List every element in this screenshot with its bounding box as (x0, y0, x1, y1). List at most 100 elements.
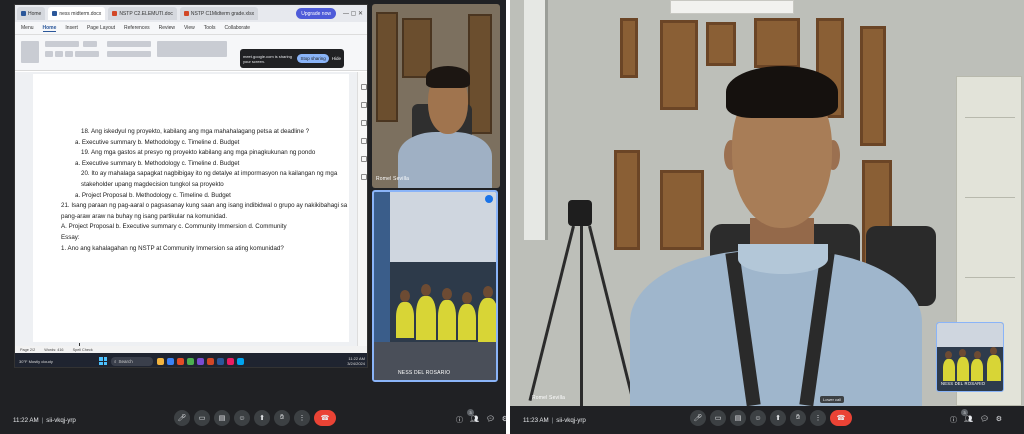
word-icon[interactable] (217, 357, 224, 365)
student-head (421, 284, 431, 296)
font-family-select[interactable] (45, 41, 79, 47)
ribbon-tab-insert[interactable]: Insert (65, 25, 78, 31)
chat-icon[interactable]: 💬︎ (486, 415, 495, 425)
pin-icon[interactable] (485, 195, 493, 203)
file-explorer-icon[interactable] (157, 357, 164, 365)
stop-sharing-button[interactable]: Stop sharing (297, 54, 329, 63)
sharing-message: meet.google.com is sharing your screen. (243, 53, 292, 64)
raise-hand-icon[interactable]: ✋︎ (274, 410, 290, 426)
app-icon[interactable] (177, 357, 184, 365)
tool-icon[interactable] (360, 120, 367, 126)
wps-icon[interactable] (207, 357, 214, 365)
raise-hand-icon[interactable]: ✋︎ (790, 410, 806, 426)
tab-document[interactable]: ness midterm.docx (48, 7, 106, 20)
participant-tile-ness[interactable]: NESS DEL ROSARIO (372, 190, 498, 382)
doc-line: 20. Ito ay mahalaga sapagkat nagbibigay … (81, 170, 338, 178)
leave-call-button[interactable]: ☎ (314, 410, 336, 426)
app-icon[interactable] (237, 357, 244, 365)
people-icon[interactable]: 👥︎ (964, 415, 973, 425)
spell-check-status[interactable]: Spell Check (73, 348, 93, 352)
people-icon[interactable]: 👥︎ (470, 415, 479, 425)
chrome-icon[interactable] (187, 357, 194, 365)
tripod-leg (588, 225, 635, 402)
present-icon[interactable]: ⬆ (254, 410, 270, 426)
camera-icon[interactable]: ▭ (710, 410, 726, 426)
taskbar-search[interactable]: ⌕ Search (111, 356, 153, 366)
font-color-icon[interactable] (75, 51, 99, 57)
ribbon-tab-menu[interactable]: Menu (21, 25, 34, 31)
upgrade-button[interactable]: Upgrade now (296, 8, 336, 19)
info-icon[interactable]: ⓘ (950, 415, 957, 425)
chat-icon[interactable]: 💬︎ (980, 415, 989, 425)
participant-tile-romel[interactable]: Romel Sevilla (372, 4, 500, 188)
ribbon-tab-home[interactable]: Home (42, 25, 57, 32)
app-icon[interactable] (197, 357, 204, 365)
paste-icon[interactable] (21, 41, 39, 63)
meeting-time: 11:23 AM (523, 417, 549, 424)
underline-icon[interactable] (65, 51, 73, 57)
tool-icon[interactable] (360, 102, 367, 108)
ribbon-tab-tools[interactable]: Tools (204, 25, 216, 31)
doc-line: a. Executive summary b. Methodology c. T… (75, 138, 240, 146)
emoji-icon[interactable]: ☺ (750, 410, 766, 426)
tab-label: Home (28, 10, 42, 17)
app-icon[interactable] (227, 357, 234, 365)
activities-icon[interactable]: ⚙ (502, 415, 506, 425)
ribbon-tab-references[interactable]: References (124, 25, 150, 31)
bold-icon[interactable] (45, 51, 53, 57)
tab-home[interactable]: Home (17, 7, 46, 20)
tab-document-2[interactable]: NSTP C2.ELEMUTI.doc (108, 7, 177, 20)
ribbon-tab-bar: Menu Home Insert Page Layout References … (15, 22, 367, 35)
air-conditioner (670, 0, 794, 14)
mic-icon[interactable]: 🎤︎ (690, 410, 706, 426)
participant-tile-ness[interactable]: NESS DEL ROSARIO (936, 322, 1004, 392)
ribbon-tab-view[interactable]: View (184, 25, 195, 31)
camera-icon[interactable]: ▭ (194, 410, 210, 426)
student-head (462, 292, 472, 304)
tool-icon[interactable] (360, 138, 367, 144)
info-icon[interactable]: ⓘ (456, 415, 463, 425)
italic-icon[interactable] (55, 51, 63, 57)
document-status-bar: Page 2/2 Words: 416 Spell Check (15, 346, 367, 353)
tool-icon[interactable] (360, 84, 367, 90)
tripod-leg (528, 225, 575, 402)
windows-start-icon[interactable] (99, 357, 107, 365)
ribbon-tab-page-layout[interactable]: Page Layout (87, 25, 115, 31)
meeting-info: 11:22 AM | sii-vkqj-yrp (13, 417, 76, 424)
taskbar-apps (157, 357, 244, 365)
hide-banner-button[interactable]: Hide (332, 56, 341, 61)
present-icon[interactable]: ⬆ (770, 410, 786, 426)
align-icons[interactable] (107, 51, 151, 57)
more-options-icon[interactable]: ⋮ (810, 410, 826, 426)
styles-gallery[interactable] (157, 41, 227, 57)
captions-icon[interactable]: ▤ (730, 410, 746, 426)
tab-spreadsheet[interactable]: NSTP C1Midterm grade.xlsx (179, 7, 259, 20)
mic-icon[interactable]: 🎤︎ (174, 410, 190, 426)
student (971, 359, 983, 381)
tab-label: NSTP C2.ELEMUTI.doc (119, 10, 173, 17)
tool-icon[interactable] (360, 156, 367, 162)
edge-icon[interactable] (167, 357, 174, 365)
wall-decor (376, 12, 398, 122)
activities-icon[interactable]: ⚙ (996, 415, 1002, 425)
student-head (400, 290, 410, 302)
student (943, 359, 955, 381)
page-count: Page 2/2 (20, 347, 36, 352)
document-area: 18. Ang iskedyul ng proyekto, kabilang a… (15, 72, 367, 350)
doc-line: a. Project Proposal b. Methodology c. Ti… (75, 191, 231, 199)
taskbar-clock[interactable]: 11:22 AM 3/24/2024 (347, 356, 365, 366)
student (438, 300, 456, 340)
ribbon-tab-review[interactable]: Review (159, 25, 175, 31)
home-icon (21, 11, 26, 16)
tool-icon[interactable] (360, 174, 367, 180)
captions-icon[interactable]: ▤ (214, 410, 230, 426)
tooltip: Lower call (820, 396, 845, 403)
weather-widget[interactable]: 30°F Mostly cloudy (19, 359, 79, 364)
more-options-icon[interactable]: ⋮ (294, 410, 310, 426)
font-size-select[interactable] (83, 41, 97, 47)
collaborate-button[interactable]: Collaborate (224, 25, 250, 31)
leave-call-button[interactable]: ☎ (830, 410, 852, 426)
window-controls-icon[interactable]: — ▢ ✕ (343, 10, 363, 17)
emoji-icon[interactable]: ☺ (234, 410, 250, 426)
list-icons[interactable] (107, 41, 151, 47)
